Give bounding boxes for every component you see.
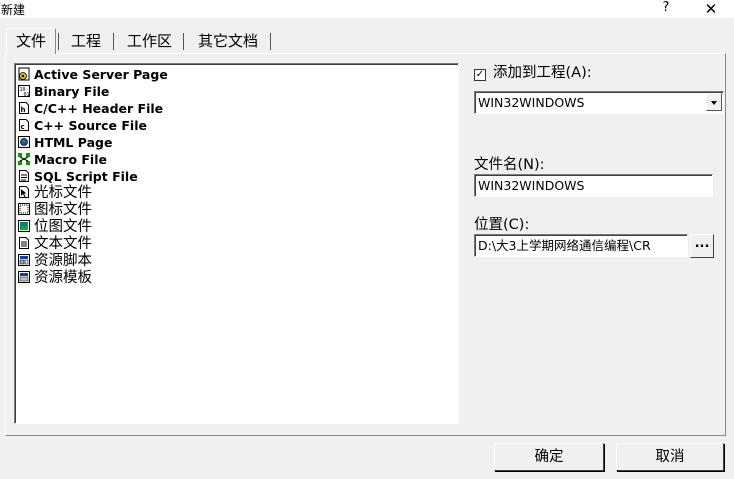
- tab-separator: [270, 33, 271, 50]
- ok-button[interactable]: 确定: [494, 443, 604, 471]
- icon-file-icon: [18, 203, 30, 215]
- list-item[interactable]: SQL Script File: [17, 168, 138, 185]
- list-item-label: C++ Source File: [34, 118, 147, 133]
- location-value: D:\大3上学期网络通信编程\CR: [478, 238, 651, 253]
- dropdown-button[interactable]: [706, 93, 722, 111]
- cursor-file-icon: [19, 186, 29, 198]
- resource-template-icon: [18, 271, 30, 283]
- header-file-icon: h: [19, 102, 29, 114]
- list-item[interactable]: c C++ Source File: [17, 117, 147, 134]
- list-item-label: HTML Page: [34, 135, 113, 150]
- list-item-label: 资源脚本: [34, 253, 92, 269]
- filename-label: 文件名(N):: [474, 157, 545, 173]
- list-item-label: 图标文件: [34, 202, 92, 218]
- list-item-label: 光标文件: [34, 185, 92, 201]
- help-button[interactable]: ?: [656, 0, 676, 18]
- list-item[interactable]: 光标文件: [17, 185, 92, 202]
- svg-text:01: 01: [24, 92, 30, 98]
- list-item-label: Active Server Page: [34, 67, 168, 82]
- window-title: 新建: [1, 3, 26, 17]
- tab-separator: [113, 33, 114, 50]
- binary-file-icon: 1001: [18, 85, 30, 98]
- tab-separator: [58, 33, 59, 50]
- macro-file-icon: [18, 153, 30, 165]
- project-select-value: WIN32WINDOWS: [478, 95, 585, 110]
- location-field[interactable]: D:\大3上学期网络通信编程\CR: [474, 234, 688, 257]
- sql-file-icon: [19, 170, 29, 182]
- checkbox-box[interactable]: ✓: [474, 69, 486, 81]
- tab-workspaces[interactable]: 工作区: [117, 29, 182, 53]
- svg-text:c: c: [21, 123, 25, 131]
- list-item[interactable]: 资源脚本: [17, 253, 92, 270]
- cancel-button[interactable]: 取消: [616, 443, 724, 471]
- source-file-icon: c: [19, 119, 29, 131]
- list-item-label: 位图文件: [34, 219, 92, 235]
- list-item-label: Macro File: [34, 152, 107, 167]
- close-button[interactable]: ✕: [696, 0, 726, 18]
- text-file-icon: [19, 237, 29, 249]
- list-item[interactable]: 10 01 Binary File: [17, 83, 109, 100]
- list-item[interactable]: h C/C++ Header File: [17, 100, 163, 117]
- list-item-label: 文本文件: [34, 236, 92, 252]
- resource-script-icon: [18, 254, 30, 266]
- list-item-label: SQL Script File: [34, 169, 138, 184]
- list-item[interactable]: 图标文件: [17, 202, 92, 219]
- list-item-label: C/C++ Header File: [34, 101, 164, 116]
- tab-other-documents[interactable]: 其它文档: [187, 29, 269, 53]
- location-label: 位置(C):: [474, 217, 530, 233]
- tab-projects[interactable]: 工程: [61, 29, 111, 53]
- list-item[interactable]: HTML Page: [17, 134, 112, 151]
- asp-file-icon: [18, 67, 30, 81]
- list-item[interactable]: 资源模板: [17, 270, 92, 287]
- chevron-down-icon: [711, 101, 717, 105]
- list-item[interactable]: Macro File: [17, 151, 107, 168]
- tab-files[interactable]: 文件: [6, 28, 56, 54]
- list-item-label: Binary File: [34, 84, 110, 99]
- file-type-list[interactable]: Active Server Page 10 01 Binary File h C/C+…: [14, 63, 459, 424]
- html-page-icon: [18, 136, 30, 148]
- list-item-label: 资源模板: [34, 270, 92, 286]
- browse-button[interactable]: ...: [690, 234, 714, 258]
- add-to-project-checkbox[interactable]: ✓ 添加到工程(A):: [474, 64, 592, 82]
- list-item[interactable]: 文本文件: [17, 236, 92, 253]
- svg-text:h: h: [21, 106, 26, 114]
- bitmap-file-icon: [18, 220, 30, 232]
- filename-value: WIN32WINDOWS: [478, 178, 585, 193]
- add-to-project-label: 添加到工程(A):: [493, 65, 592, 81]
- filename-field[interactable]: WIN32WINDOWS: [474, 174, 713, 197]
- title-bar: 新建 ? ✕: [0, 0, 734, 18]
- list-item[interactable]: Active Server Page: [17, 66, 168, 83]
- list-item[interactable]: 位图文件: [17, 219, 92, 236]
- project-select[interactable]: WIN32WINDOWS: [474, 91, 724, 114]
- tab-separator: [183, 33, 184, 50]
